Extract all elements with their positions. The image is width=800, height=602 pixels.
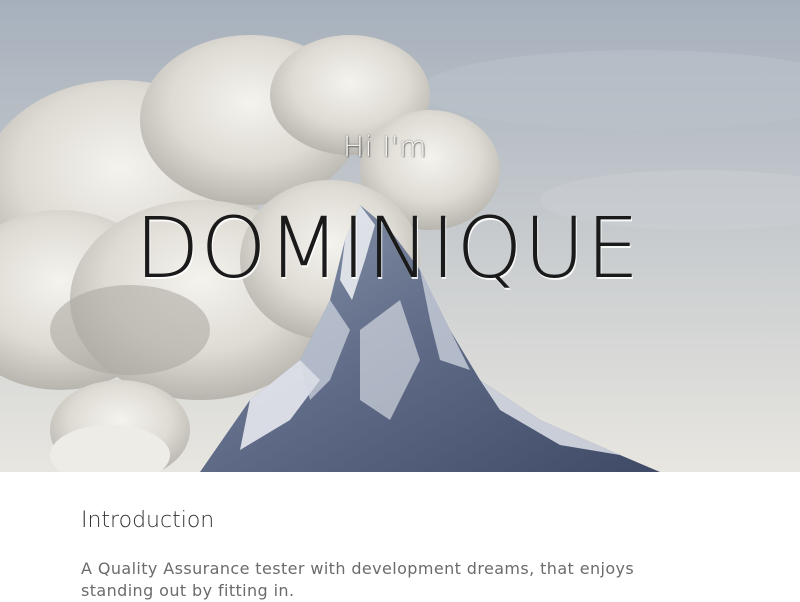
section-title: Introduction [81,508,215,533]
hero-name-heading: DOMINIQUE [134,199,641,297]
hero-section: Hi I'm DOMINIQUE [0,0,800,472]
introduction-section: Introduction A Quality Assurance tester … [0,472,800,600]
introduction-text: A Quality Assurance tester with developm… [81,559,635,600]
hero-greeting: Hi I'm [343,130,427,163]
